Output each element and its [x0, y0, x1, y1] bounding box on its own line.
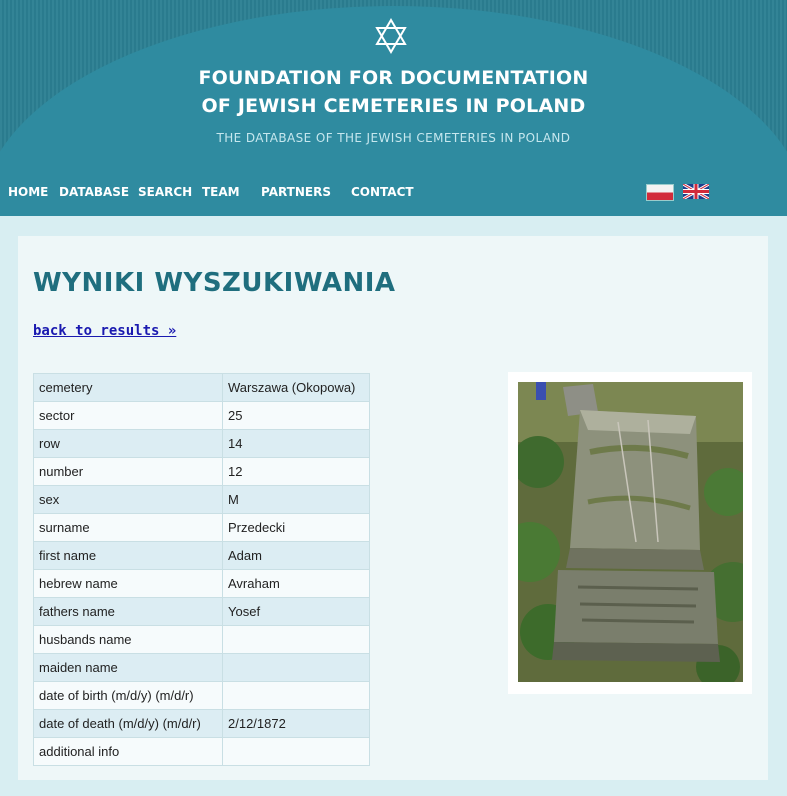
page-title: WYNIKI WYSZUKIWANIA	[33, 268, 396, 298]
field-label: maiden name	[33, 653, 223, 682]
nav-home[interactable]: HOME	[8, 185, 48, 199]
table-row: maiden name	[33, 653, 370, 682]
table-row: fathers name Yosef	[33, 597, 370, 626]
table-row: sector 25	[33, 401, 370, 430]
field-value: M	[222, 485, 370, 514]
table-row: additional info	[33, 737, 370, 766]
field-label: fathers name	[33, 597, 223, 626]
site-title-line2: OF JEWISH CEMETERIES IN POLAND	[201, 95, 586, 117]
field-value	[222, 625, 370, 654]
back-to-results-link[interactable]: back to results »	[33, 323, 176, 339]
field-label: additional info	[33, 737, 223, 766]
table-row: number 12	[33, 457, 370, 486]
table-row: date of birth (m/d/y) (m/d/r)	[33, 681, 370, 710]
nav-database[interactable]: DATABASE	[59, 185, 129, 199]
field-label: husbands name	[33, 625, 223, 654]
field-label: date of death (m/d/y) (m/d/r)	[33, 709, 223, 738]
field-value	[222, 653, 370, 682]
field-label: sector	[33, 401, 223, 430]
gravestone-photo[interactable]	[518, 382, 743, 682]
field-value: 25	[222, 401, 370, 430]
table-row: cemetery Warszawa (Okopowa)	[33, 373, 370, 402]
nav-contact[interactable]: CONTACT	[351, 185, 414, 199]
nav-search[interactable]: SEARCH	[138, 185, 192, 199]
field-value: 12	[222, 457, 370, 486]
table-row: row 14	[33, 429, 370, 458]
main-content: WYNIKI WYSZUKIWANIA back to results » ce…	[18, 236, 768, 780]
star-of-david-icon	[375, 18, 407, 54]
polish-flag-icon[interactable]	[646, 184, 674, 201]
field-label: cemetery	[33, 373, 223, 402]
field-value: Adam	[222, 541, 370, 570]
field-label: sex	[33, 485, 223, 514]
field-value: Przedecki	[222, 513, 370, 542]
field-value: 14	[222, 429, 370, 458]
field-label: hebrew name	[33, 569, 223, 598]
field-value	[222, 737, 370, 766]
table-row: first name Adam	[33, 541, 370, 570]
table-row: surname Przedecki	[33, 513, 370, 542]
field-label: number	[33, 457, 223, 486]
field-label: date of birth (m/d/y) (m/d/r)	[33, 681, 223, 710]
nav-team[interactable]: TEAM	[202, 185, 240, 199]
field-value: Warszawa (Okopowa)	[222, 373, 370, 402]
site-subtitle: THE DATABASE OF THE JEWISH CEMETERIES IN…	[216, 131, 571, 145]
table-row: date of death (m/d/y) (m/d/r) 2/12/1872	[33, 709, 370, 738]
field-value: Yosef	[222, 597, 370, 626]
field-label: row	[33, 429, 223, 458]
table-row: sex M	[33, 485, 370, 514]
record-details-table: cemetery Warszawa (Okopowa) sector 25 row 1…	[33, 373, 370, 766]
table-row: hebrew name Avraham	[33, 569, 370, 598]
site-title-line1: FOUNDATION FOR DOCUMENTATION	[198, 67, 589, 89]
field-label: first name	[33, 541, 223, 570]
gravestone-photo-frame	[508, 372, 752, 694]
uk-flag-icon[interactable]	[683, 184, 709, 199]
field-label: surname	[33, 513, 223, 542]
field-value: 2/12/1872	[222, 709, 370, 738]
table-row: husbands name	[33, 625, 370, 654]
field-value	[222, 681, 370, 710]
site-header: FOUNDATION FOR DOCUMENTATION OF JEWISH C…	[0, 0, 787, 216]
nav-partners[interactable]: PARTNERS	[261, 185, 331, 199]
field-value: Avraham	[222, 569, 370, 598]
